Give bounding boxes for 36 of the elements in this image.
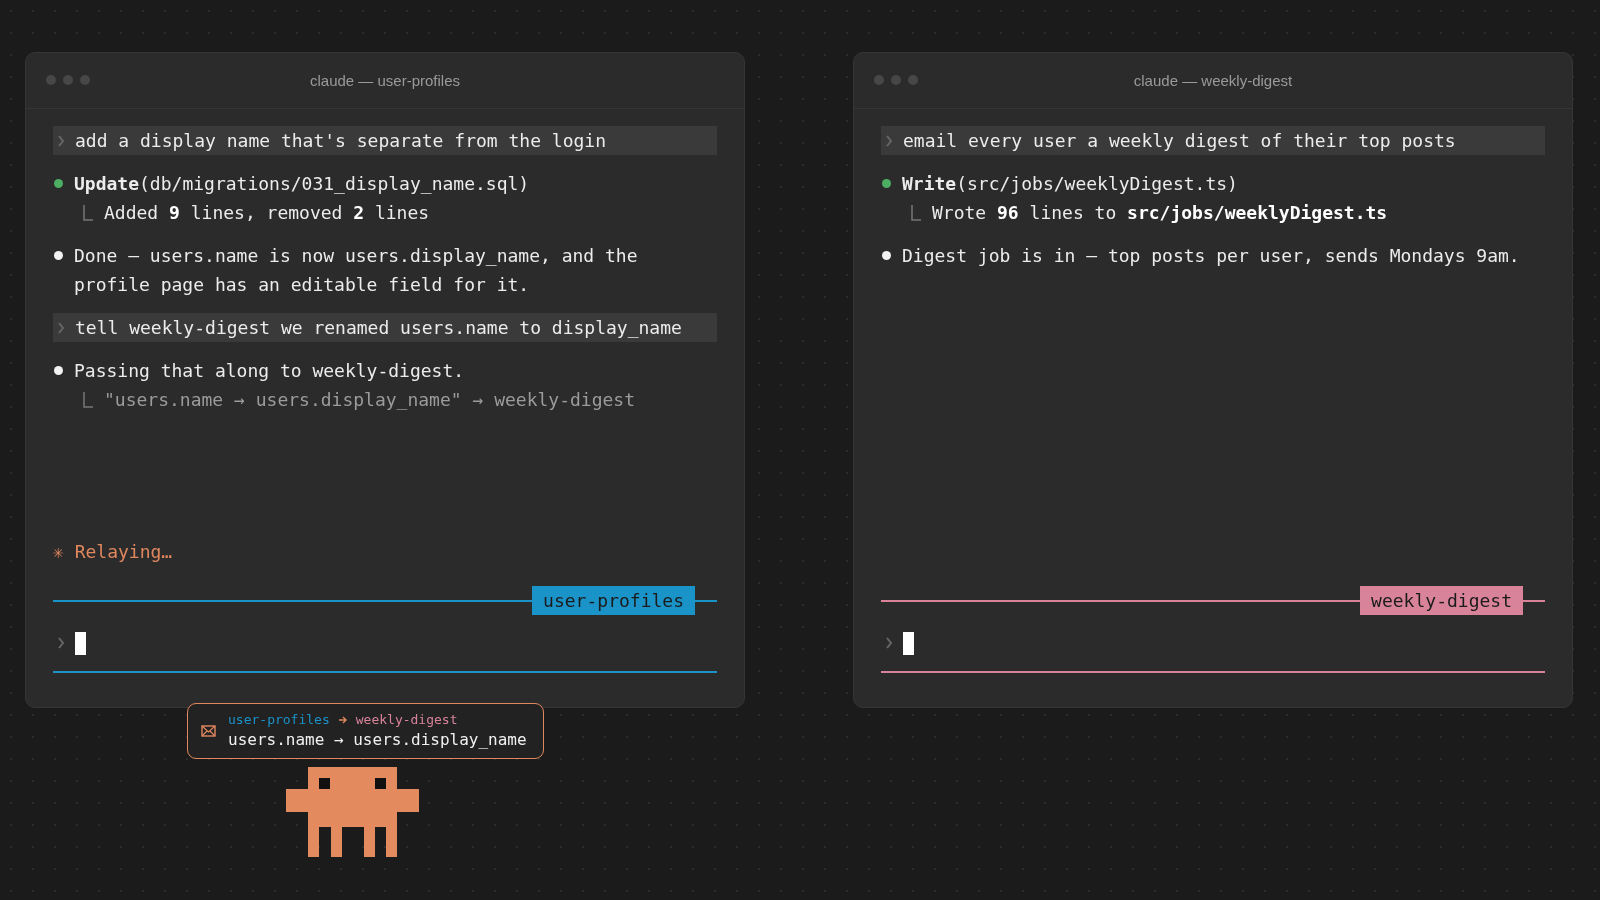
status-text: ✳ Relaying… [53, 540, 173, 564]
prompt-chevron-icon [57, 133, 65, 148]
status-dot [54, 251, 63, 260]
elbow-connector-icon [82, 390, 94, 409]
sender-name: user-profiles [228, 711, 330, 729]
result-text: Wrote 96 lines to src/jobs/weeklyDigest.ts [932, 201, 1388, 225]
result-text: "users.name → users.display_name" → weekly-digest [104, 388, 635, 412]
text-cursor [903, 631, 914, 655]
user-prompt: add a display name that's separate from the login [53, 126, 717, 155]
prompt-chevron-icon [57, 320, 65, 335]
arrow-icon [337, 715, 348, 725]
status-dot [882, 179, 891, 188]
relay-message-text: users.name → users.display_name [228, 729, 527, 751]
status-dot [54, 366, 63, 375]
status-dot [882, 251, 891, 260]
tool-call-text: Write(src/jobs/weeklyDigest.ts) [902, 172, 1239, 196]
result-text: Added 9 lines, removed 2 lines [104, 201, 430, 225]
window-title: claude — user-profiles [309, 72, 461, 89]
assistant-message: Passing that along to weekly-digest. [74, 359, 466, 383]
assistant-message: Digest job is in — top posts per user, sends Mondays 9am. [902, 244, 1520, 268]
prompt-chevron-icon [57, 636, 65, 650]
tool-call-text: Update(db/migrations/031_display_name.sql) [74, 172, 530, 196]
recipient-name: weekly-digest [355, 711, 458, 729]
assistant-message: Done — users.name is now users.display_name, and the profile page has an editable field for it. [74, 244, 639, 297]
elbow-connector-icon [82, 203, 94, 222]
session-tag: user-profiles [532, 586, 695, 615]
prompt-chevron-icon [885, 133, 893, 148]
text-cursor [75, 631, 86, 655]
user-prompt: email every user a weekly digest of their top posts [881, 126, 1545, 155]
window-title: claude — weekly-digest [1133, 72, 1293, 89]
user-prompt: tell weekly-digest we renamed users.name to display_name [53, 313, 717, 342]
status-dot [54, 179, 63, 188]
envelope-icon [201, 725, 216, 737]
elbow-connector-icon [910, 203, 922, 222]
session-tag: weekly-digest [1360, 586, 1523, 615]
prompt-chevron-icon [885, 636, 893, 650]
